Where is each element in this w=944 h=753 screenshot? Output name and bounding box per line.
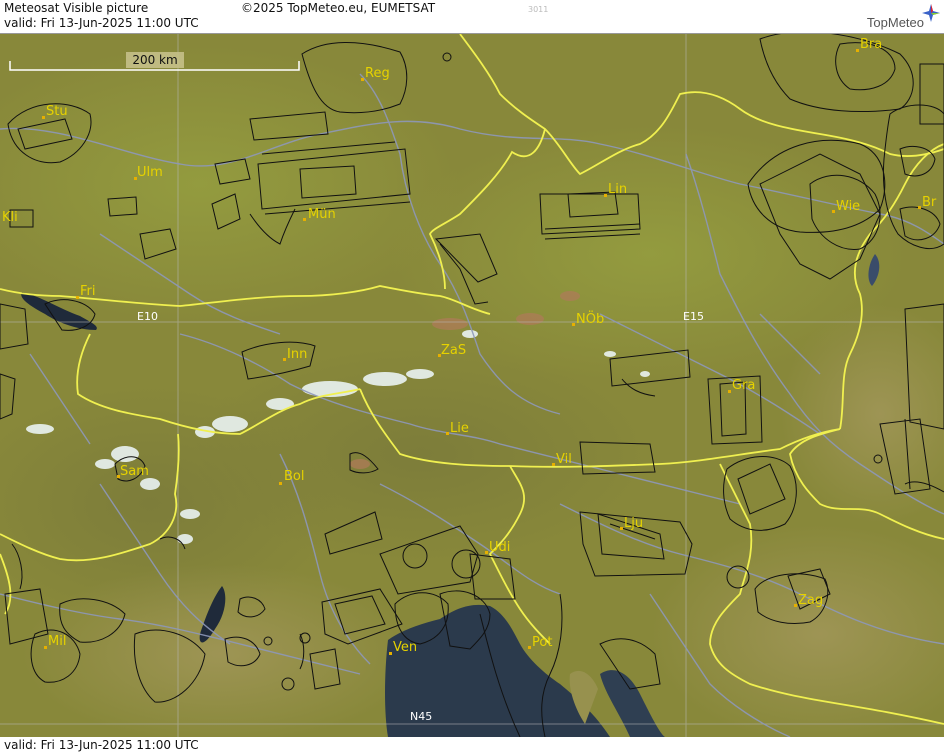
copyright: ©2025 TopMeteo.eu, EUMETSAT bbox=[241, 1, 436, 15]
header-bar: Meteosat Visible picture valid: Fri 13-J… bbox=[0, 0, 944, 34]
place-kli[interactable]: Kli bbox=[2, 210, 18, 225]
image-code: 3011 bbox=[528, 5, 549, 14]
place-nob[interactable]: NÖb bbox=[576, 310, 604, 327]
place-vil[interactable]: Vil bbox=[556, 452, 572, 467]
place-ven[interactable]: Ven bbox=[393, 640, 417, 655]
footer-bar: valid: Fri 13-Jun-2025 11:00 UTC bbox=[0, 737, 944, 753]
place-mun[interactable]: Mün bbox=[308, 207, 336, 222]
place-udi[interactable]: Udi bbox=[489, 540, 510, 555]
place-zag[interactable]: Zag bbox=[798, 593, 823, 608]
place-bol[interactable]: Bol bbox=[284, 469, 304, 484]
place-fri[interactable]: Fri bbox=[80, 284, 96, 299]
compass-star-icon bbox=[922, 4, 940, 22]
product-title: Meteosat Visible picture bbox=[4, 1, 149, 15]
place-br[interactable]: Br bbox=[922, 195, 937, 210]
grid-label-e10: E10 bbox=[137, 310, 158, 323]
footer-valid-time: valid: Fri 13-Jun-2025 11:00 UTC bbox=[4, 738, 199, 752]
place-stu[interactable]: Stu bbox=[46, 104, 68, 119]
valid-time: valid: Fri 13-Jun-2025 11:00 UTC bbox=[4, 16, 199, 30]
place-gra[interactable]: Gra bbox=[732, 378, 755, 393]
scale-label: 200 km bbox=[132, 53, 177, 67]
place-sam[interactable]: Sam bbox=[120, 464, 149, 479]
place-lie[interactable]: Lie bbox=[450, 421, 469, 436]
place-zas[interactable]: ZaS bbox=[441, 343, 466, 358]
place-wie[interactable]: Wie bbox=[836, 199, 860, 214]
satellite-map[interactable]: 200 km E10 E15 N45 Reg Bra Stu Ulm Mün K… bbox=[0, 34, 944, 737]
grid-label-n45: N45 bbox=[410, 710, 432, 723]
place-reg[interactable]: Reg bbox=[365, 66, 390, 81]
topmeteo-logo[interactable]: TopMeteo bbox=[867, 15, 924, 30]
place-lin[interactable]: Lin bbox=[608, 182, 627, 197]
place-ulm[interactable]: Ulm bbox=[137, 165, 163, 180]
place-mil[interactable]: Mil bbox=[48, 634, 66, 649]
place-inn[interactable]: Inn bbox=[287, 347, 307, 362]
place-lju[interactable]: Lju bbox=[624, 516, 643, 531]
grid-label-e15: E15 bbox=[683, 310, 704, 323]
map-canvas: 200 km E10 E15 N45 Reg Bra Stu Ulm Mün K… bbox=[0, 34, 944, 737]
place-pot[interactable]: Pot bbox=[532, 635, 552, 650]
place-bra[interactable]: Bra bbox=[860, 37, 882, 52]
